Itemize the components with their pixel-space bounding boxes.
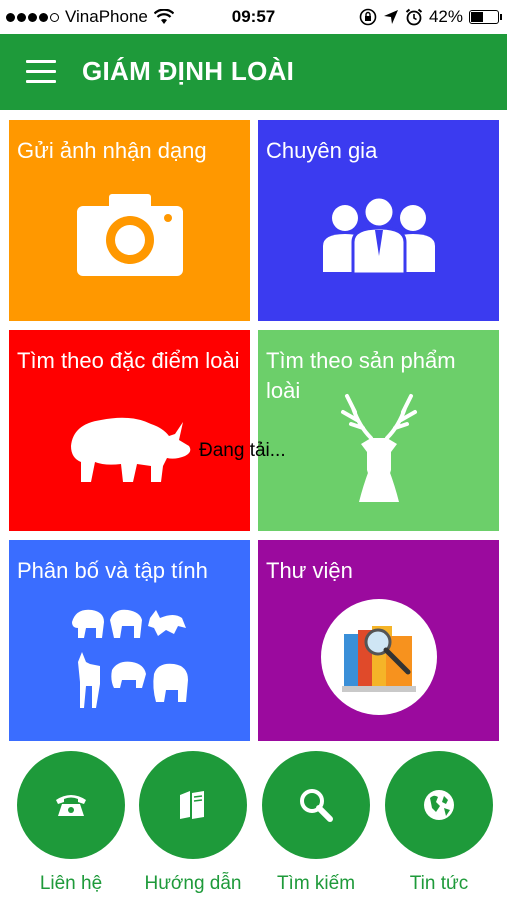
tile-label: Thư viện: [266, 558, 353, 583]
bottom-navigation: Liên hệ Hướng dẫn Tìm kiếm Tin tức: [0, 745, 507, 900]
nav-search[interactable]: Tìm kiếm: [260, 751, 372, 894]
guide-button[interactable]: [139, 751, 247, 859]
nav-contact[interactable]: Liên hệ: [15, 751, 127, 894]
location-arrow-icon: [383, 10, 398, 24]
search-icon: [300, 789, 333, 822]
battery-percent: 42%: [428, 7, 463, 26]
nav-label: Tìm kiếm: [276, 873, 356, 894]
library-icon: [258, 598, 499, 716]
nav-label: Liên hệ: [39, 873, 103, 894]
contact-button[interactable]: [17, 751, 125, 859]
app-header: GIÁM ĐỊNH LOÀI: [0, 34, 507, 110]
globe-icon: [424, 790, 454, 820]
nav-label: Tin tức: [409, 873, 469, 894]
alarm-icon: [405, 8, 423, 26]
tile-label: Gửi ảnh nhận dạng: [17, 138, 207, 163]
tile-search-by-species-traits[interactable]: Tìm theo đặc điểm loài: [9, 330, 250, 531]
tile-label: Chuyên gia: [266, 138, 378, 163]
rotation-lock-icon: [359, 8, 377, 26]
animals-icon: [9, 604, 250, 712]
nav-news[interactable]: Tin tức: [383, 751, 495, 894]
nav-guide[interactable]: Hướng dẫn: [137, 751, 249, 894]
loading-indicator: Đang tải...: [199, 440, 286, 461]
status-bar: VinaPhone 09:57 42%: [0, 0, 507, 34]
news-button[interactable]: [385, 751, 493, 859]
search-button[interactable]: [262, 751, 370, 859]
tile-experts[interactable]: Chuyên gia: [258, 120, 499, 321]
camera-icon: [9, 192, 250, 278]
experts-icon: [258, 196, 499, 276]
battery-icon: [469, 10, 502, 24]
nav-label: Hướng dẫn: [144, 873, 242, 894]
deer-head-icon: [258, 390, 499, 506]
tile-library[interactable]: Thư viện: [258, 540, 499, 741]
phone-icon: [56, 795, 86, 816]
page-title: GIÁM ĐỊNH LOÀI: [82, 56, 295, 86]
tile-label: Phân bố và tập tính: [17, 558, 208, 583]
hamburger-menu-icon[interactable]: [26, 60, 56, 84]
books-icon: [180, 791, 204, 819]
app-screen: VinaPhone 09:57 42% GIÁM ĐỊNH LOÀI Gửi ả…: [0, 0, 507, 900]
tile-distribution-behavior[interactable]: Phân bố và tập tính: [9, 540, 250, 741]
tile-label: Tìm theo đặc điểm loài: [17, 348, 240, 373]
tile-search-by-species-products[interactable]: Tìm theo sản phẩm loài: [258, 330, 499, 531]
tile-send-photo[interactable]: Gửi ảnh nhận dạng: [9, 120, 250, 321]
